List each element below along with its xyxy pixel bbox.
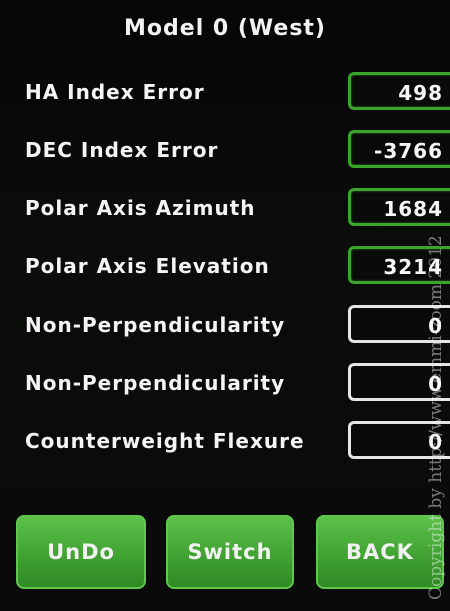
copyright-watermark: Copyright by http://www.emmi-zoom 2012 xyxy=(426,235,446,600)
polar-axis-azimuth-label: Polar Axis Azimuth xyxy=(25,196,256,220)
dec-index-error-label: DEC Index Error xyxy=(25,138,219,162)
non-perpendicularity-2-label: Non-Perpendicularity xyxy=(25,371,286,395)
telescope-model-screen: Model 0 (West) HA Index Error 498 DEC In… xyxy=(0,0,450,611)
non-perpendicularity-1-label: Non-Perpendicularity xyxy=(25,313,286,337)
row-non-perpendicularity-1: Non-Perpendicularity 0 xyxy=(0,305,450,345)
page-title: Model 0 (West) xyxy=(124,16,326,41)
switch-button[interactable]: Switch xyxy=(166,515,294,589)
back-button[interactable]: BACK xyxy=(316,515,444,589)
row-non-perpendicularity-2: Non-Perpendicularity 0 xyxy=(0,363,450,403)
row-polar-axis-azimuth: Polar Axis Azimuth 1684 xyxy=(0,188,450,228)
row-dec-index-error: DEC Index Error -3766 xyxy=(0,130,450,170)
row-ha-index-error: HA Index Error 498 xyxy=(0,72,450,112)
ha-index-error-label: HA Index Error xyxy=(25,80,205,104)
polar-axis-elevation-label: Polar Axis Elevation xyxy=(25,254,270,278)
undo-button[interactable]: UnDo xyxy=(16,515,146,589)
row-counterweight-flexure: Counterweight Flexure 0 xyxy=(0,421,450,461)
row-polar-axis-elevation: Polar Axis Elevation 3214 xyxy=(0,246,450,286)
counterweight-flexure-label: Counterweight Flexure xyxy=(25,429,305,453)
